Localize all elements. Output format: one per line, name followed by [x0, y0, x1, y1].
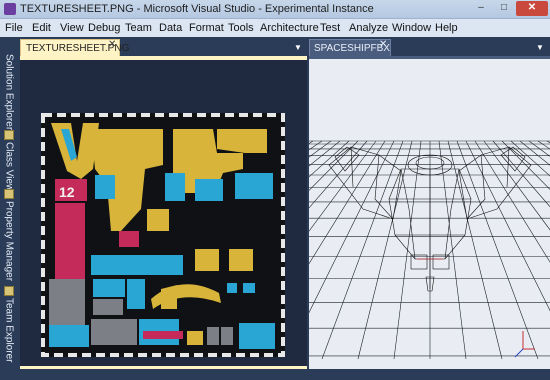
- side-tab-team-explorer[interactable]: Team Explorer: [1, 286, 17, 362]
- minimize-button[interactable]: –: [470, 1, 492, 16]
- side-tab-label: Solution Explorer: [3, 54, 15, 131]
- menu-architecture[interactable]: Architecture: [260, 22, 319, 34]
- maximize-button[interactable]: □: [493, 1, 515, 16]
- pane-bottom-border: [20, 366, 307, 369]
- side-tab-class-view[interactable]: Class View: [1, 130, 17, 191]
- texture-document-pane: TEXTURESHEET.PNG ✕ ▼ 12: [20, 37, 307, 380]
- tool-window-strip: Solution Explorer Class View Property Ma…: [0, 37, 18, 380]
- close-tab-icon[interactable]: ✕: [379, 39, 387, 50]
- side-tab-solution-explorer[interactable]: Solution Explorer: [1, 54, 17, 130]
- side-tab-label: Property Manager: [3, 201, 15, 282]
- side-tab-property-manager[interactable]: Property Manager: [1, 189, 17, 281]
- tab-dropdown-icon[interactable]: ▼: [536, 43, 544, 52]
- wireframe-viewport[interactable]: [309, 59, 550, 369]
- menu-analyze[interactable]: Analyze: [349, 22, 388, 34]
- close-tab-icon[interactable]: ✕: [108, 39, 116, 50]
- side-tab-label: Class View: [3, 142, 15, 192]
- badge-number: 12: [59, 184, 75, 200]
- menu-help[interactable]: Help: [435, 22, 458, 34]
- model-viewport[interactable]: [309, 59, 550, 369]
- menu-file[interactable]: File: [5, 22, 23, 34]
- menu-window[interactable]: Window: [392, 22, 431, 34]
- menu-team[interactable]: Team: [125, 22, 152, 34]
- window-title: TEXTURESHEET.PNG - Microsoft Visual Stud…: [20, 3, 374, 15]
- menu-data[interactable]: Data: [159, 22, 182, 34]
- texture-image[interactable]: 12: [41, 113, 285, 357]
- property-manager-icon: [4, 189, 14, 199]
- class-view-icon: [4, 130, 14, 140]
- menu-bar: File Edit View Debug Team Data Format To…: [0, 19, 550, 37]
- close-button[interactable]: ✕: [516, 1, 548, 16]
- model-document-pane: SPACESHIPFBX ✕ ▼: [309, 37, 550, 380]
- menu-tools[interactable]: Tools: [228, 22, 254, 34]
- team-explorer-icon: [4, 286, 14, 296]
- image-editor-surface[interactable]: 12: [20, 60, 307, 366]
- pane-bottom-border: [309, 369, 550, 380]
- menu-debug[interactable]: Debug: [88, 22, 120, 34]
- tab-dropdown-icon[interactable]: ▼: [294, 43, 302, 52]
- menu-view[interactable]: View: [60, 22, 84, 34]
- menu-format[interactable]: Format: [189, 22, 224, 34]
- menu-test[interactable]: Test: [320, 22, 340, 34]
- tab-texturesheet[interactable]: TEXTURESHEET.PNG: [20, 39, 129, 56]
- visual-studio-icon: [4, 3, 16, 15]
- side-tab-label: Team Explorer: [3, 298, 15, 363]
- title-bar: TEXTURESHEET.PNG - Microsoft Visual Stud…: [0, 0, 550, 19]
- menu-edit[interactable]: Edit: [32, 22, 51, 34]
